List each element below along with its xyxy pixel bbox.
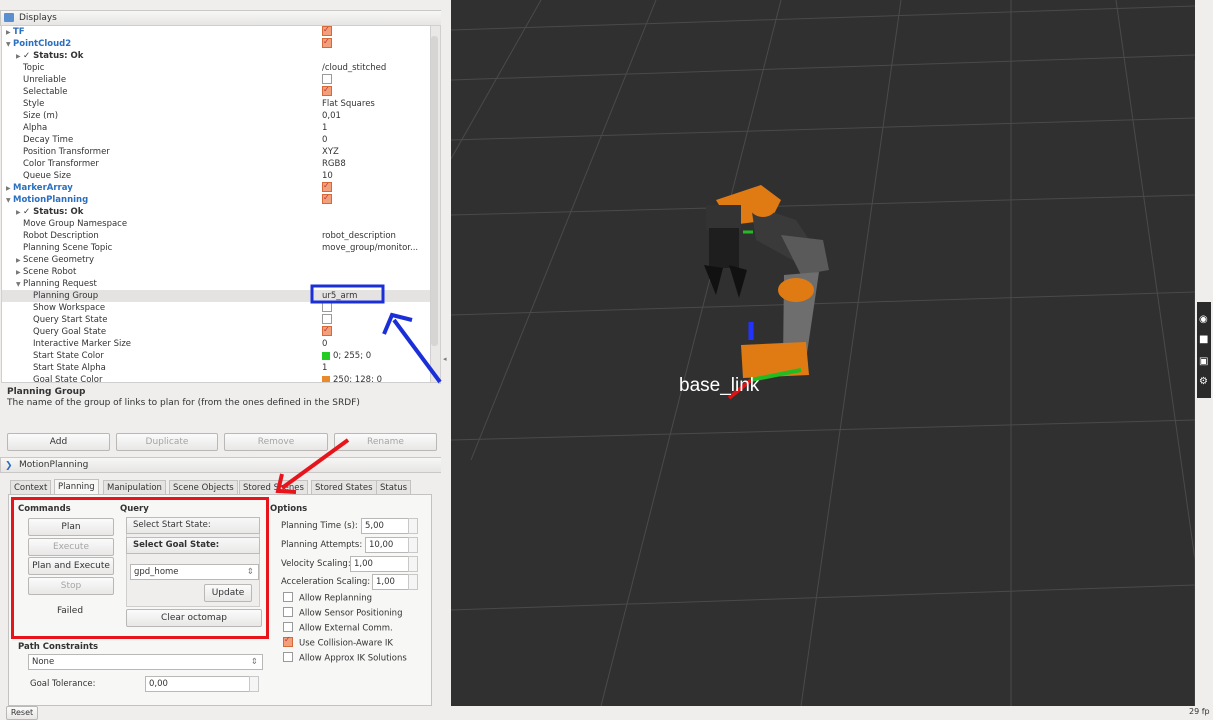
blue-highlight-box	[310, 284, 385, 304]
red-arrow-shaft	[280, 438, 350, 490]
status-bar: Reset 29 fp	[0, 706, 1213, 720]
blue-arrow-shaft	[392, 318, 442, 384]
fps-counter: 29 fp	[1189, 707, 1210, 716]
annotation-overlay	[275, 284, 442, 494]
reset-button[interactable]: Reset	[6, 706, 38, 720]
